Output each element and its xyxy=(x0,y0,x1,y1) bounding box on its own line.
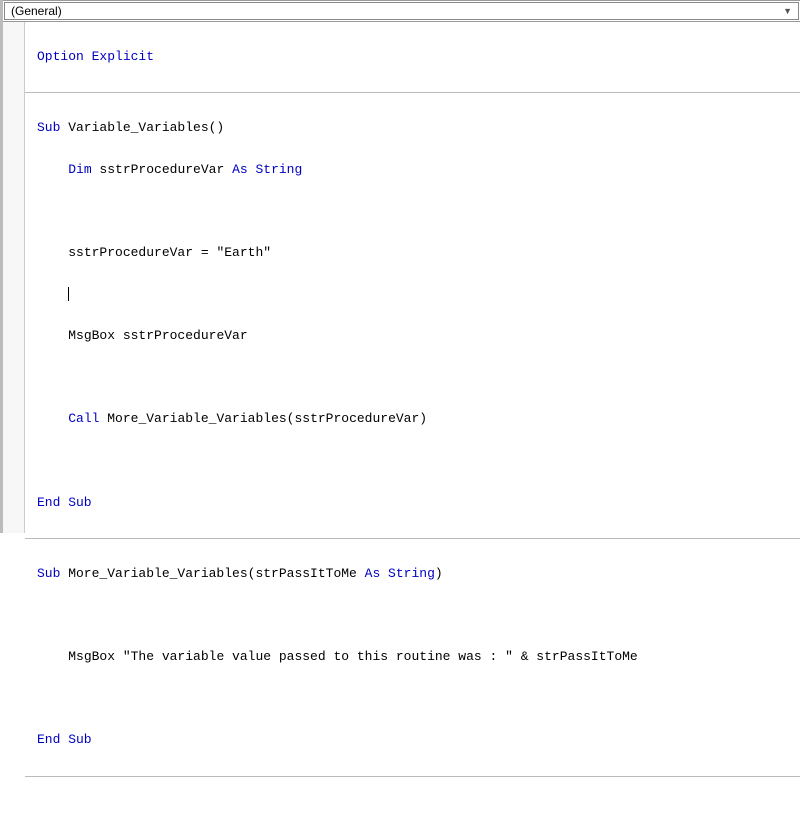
object-dropdown[interactable]: (General) ▼ xyxy=(4,2,799,20)
margin-indicator-bar xyxy=(3,22,25,533)
object-dropdown-label: (General) xyxy=(11,4,62,18)
keyword-as-string: As String xyxy=(365,566,435,581)
keyword-sub: Sub xyxy=(37,566,60,581)
assignment: sstrProcedureVar = xyxy=(68,245,216,260)
keyword-option-explicit: Option Explicit xyxy=(37,49,154,64)
keyword-dim: Dim xyxy=(68,162,91,177)
chevron-down-icon: ▼ xyxy=(783,6,792,16)
code-pane[interactable]: Option Explicit Sub Variable_Variables()… xyxy=(25,22,800,533)
keyword-sub: Sub xyxy=(37,120,60,135)
paren-close: ) xyxy=(435,566,443,581)
code-editor: Option Explicit Sub Variable_Variables()… xyxy=(3,22,800,533)
keyword-end-sub: End Sub xyxy=(37,495,92,510)
keyword-call: Call xyxy=(68,411,99,426)
keyword-as-string: As String xyxy=(232,162,302,177)
msgbox-prefix: MsgBox xyxy=(68,649,123,664)
procedure-separator xyxy=(25,92,800,93)
msgbox-call: MsgBox sstrProcedureVar xyxy=(68,328,247,343)
object-procedure-bar: (General) ▼ xyxy=(3,0,800,22)
sub-name: More_Variable_Variables(strPassItToMe xyxy=(60,566,364,581)
keyword-end-sub: End Sub xyxy=(37,732,92,747)
var-decl: sstrProcedureVar xyxy=(92,162,232,177)
string-literal: "The variable value passed to this routi… xyxy=(123,649,513,664)
procedure-separator xyxy=(25,538,800,539)
sub-name: Variable_Variables() xyxy=(60,120,224,135)
concat-expr: & strPassItToMe xyxy=(513,649,638,664)
string-literal: "Earth" xyxy=(216,245,271,260)
procedure-separator xyxy=(25,776,800,777)
call-expr: More_Variable_Variables(sstrProcedureVar… xyxy=(99,411,427,426)
text-cursor xyxy=(68,287,69,301)
